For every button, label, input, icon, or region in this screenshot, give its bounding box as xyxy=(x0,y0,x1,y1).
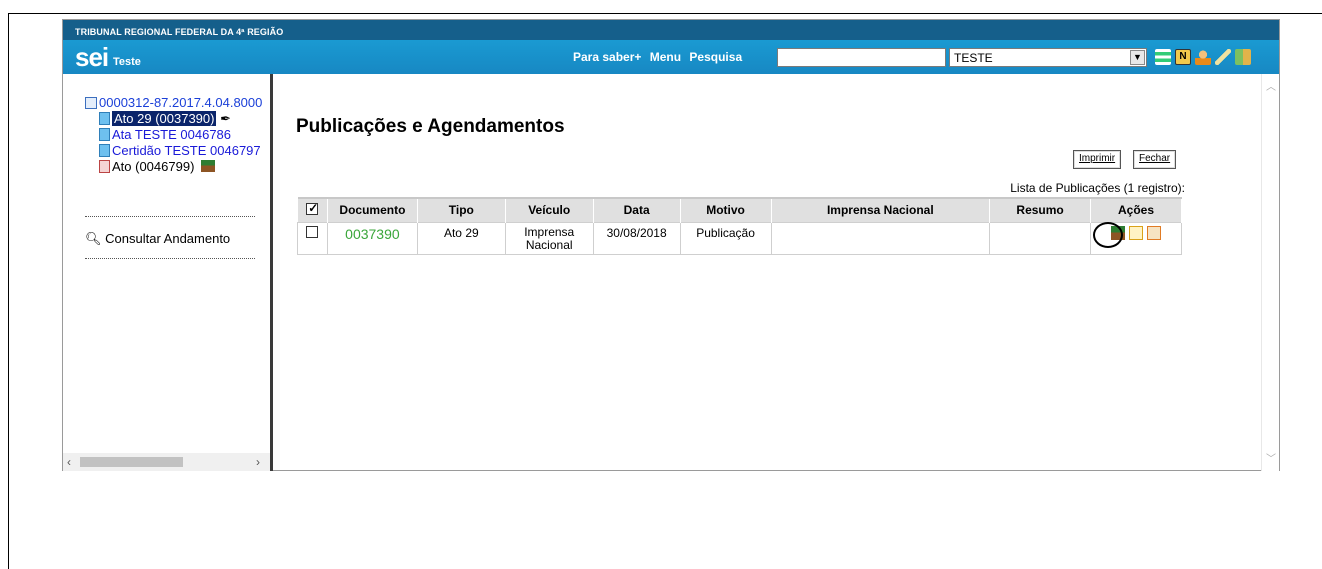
row-select-cell xyxy=(297,221,328,255)
publication-icon xyxy=(201,160,216,172)
col-data: Data xyxy=(593,197,681,222)
link-para-saber[interactable]: Para saber+ xyxy=(573,50,641,64)
unit-select-value: TESTE xyxy=(954,51,993,65)
cell-tipo: Ato 29 xyxy=(416,221,506,255)
header-bar: sei Teste Para saber+ Menu Pesquisa TEST… xyxy=(63,40,1279,74)
select-all-cell xyxy=(297,197,328,222)
consultar-andamento-link[interactable]: 🔍︎ Consultar Andamento xyxy=(85,231,230,247)
document-icon xyxy=(99,144,110,157)
edit-publication-icon[interactable] xyxy=(1129,225,1143,240)
cell-veiculo: Imprensa Nacional xyxy=(504,221,594,255)
col-acoes: Ações xyxy=(1090,197,1182,222)
scroll-thumb[interactable] xyxy=(80,457,183,467)
sei-logo[interactable]: sei xyxy=(75,42,109,73)
scroll-up-icon[interactable]: ︿ xyxy=(1266,78,1276,93)
tree-doc-3[interactable]: Certidão TESTE 0046797 xyxy=(85,143,271,159)
col-resumo: Resumo xyxy=(989,197,1092,222)
row-actions xyxy=(1092,221,1180,248)
tree-doc-1[interactable]: Ato 29 (0037390) ✒ xyxy=(85,111,271,127)
org-banner: TRIBUNAL REGIONAL FEDERAL DA 4ª REGIÃO xyxy=(63,20,1279,40)
document-icon xyxy=(99,112,110,125)
consultar-andamento-label[interactable]: Consultar Andamento xyxy=(105,231,230,246)
col-documento: Documento xyxy=(327,197,418,222)
publications-table: Documento Tipo Veículo Data Motivo Impre… xyxy=(297,197,1182,255)
col-imprensa-nacional: Imprensa Nacional xyxy=(771,197,991,222)
document-link[interactable]: 0037390 xyxy=(345,226,400,242)
doc-label[interactable]: Ato 29 (0037390) xyxy=(112,111,217,126)
doc-label[interactable]: Ato (0046799) xyxy=(112,159,194,174)
close-label: Fechar xyxy=(1139,153,1171,164)
magnifier-icon: 🔍︎ xyxy=(85,231,102,246)
search-input[interactable] xyxy=(777,48,946,67)
print-button[interactable]: Imprimir xyxy=(1073,150,1122,169)
list-caption: Lista de Publicações (1 registro): xyxy=(1010,181,1185,195)
document-icon xyxy=(99,128,110,141)
col-tipo: Tipo xyxy=(417,197,506,222)
unit-select[interactable]: TESTE ▼ xyxy=(949,48,1147,67)
header-icons: N xyxy=(1155,49,1251,65)
process-tree: 0000312-87.2017.4.04.8000 Ato 29 (003739… xyxy=(85,95,271,175)
link-menu[interactable]: Menu xyxy=(650,50,681,64)
close-button[interactable]: Fechar xyxy=(1133,150,1177,169)
user-icon[interactable] xyxy=(1195,49,1211,65)
cell-resumo xyxy=(989,221,1092,255)
divider xyxy=(85,216,255,217)
list-icon[interactable] xyxy=(1155,49,1171,65)
main-content: Publicações e Agendamentos Imprimir Fech… xyxy=(276,74,1279,471)
scroll-right-icon[interactable]: › xyxy=(256,455,260,469)
tree-process[interactable]: 0000312-87.2017.4.04.8000 xyxy=(85,95,271,111)
notes-icon[interactable]: N xyxy=(1175,49,1191,65)
tree-doc-4[interactable]: Ato (0046799) xyxy=(85,159,271,175)
header-links: Para saber+ Menu Pesquisa xyxy=(573,50,747,64)
cell-data: 30/08/2018 xyxy=(592,221,681,255)
page-title: Publicações e Agendamentos xyxy=(296,116,565,137)
table-row: 0037390 Ato 29 Imprensa Nacional 30/08/2… xyxy=(297,221,1182,255)
process-number[interactable]: 0000312-87.2017.4.04.8000 xyxy=(99,95,262,110)
row-checkbox[interactable] xyxy=(306,225,319,238)
link-pesquisa[interactable]: Pesquisa xyxy=(689,50,742,64)
exit-icon[interactable] xyxy=(1235,49,1251,65)
doc-label[interactable]: Certidão TESTE 0046797 xyxy=(112,143,261,158)
table-header-row: Documento Tipo Veículo Data Motivo Impre… xyxy=(297,197,1182,222)
tools-icon[interactable] xyxy=(1215,49,1231,65)
tree-doc-2[interactable]: Ata TESTE 0046786 xyxy=(85,127,271,143)
cell-acoes xyxy=(1090,221,1182,255)
print-label: Imprimir xyxy=(1079,153,1116,164)
divider xyxy=(85,258,255,259)
environment-label: Teste xyxy=(113,56,141,68)
cell-imprensa-nacional xyxy=(770,221,991,255)
cancel-publication-icon[interactable] xyxy=(1147,225,1161,240)
chevron-down-icon[interactable]: ▼ xyxy=(1130,50,1145,65)
signature-pen-icon: ✒ xyxy=(220,111,231,126)
folder-icon xyxy=(85,97,97,109)
app-window: TRIBUNAL REGIONAL FEDERAL DA 4ª REGIÃO s… xyxy=(62,19,1280,471)
scroll-down-icon[interactable]: ﹀ xyxy=(1266,450,1276,465)
cell-motivo: Publicação xyxy=(679,221,772,255)
cell-documento: 0037390 xyxy=(326,221,418,255)
highlight-circle xyxy=(1093,221,1124,248)
horizontal-scrollbar[interactable]: ‹ › xyxy=(63,453,270,471)
vertical-scrollbar[interactable]: ︿ ﹀ xyxy=(1261,74,1279,471)
doc-label[interactable]: Ata TESTE 0046786 xyxy=(112,127,231,142)
select-all-checkbox[interactable] xyxy=(306,201,318,215)
col-motivo: Motivo xyxy=(680,197,772,222)
document-icon xyxy=(99,160,110,173)
col-veiculo: Veículo xyxy=(505,197,594,222)
sidebar: 0000312-87.2017.4.04.8000 Ato 29 (003739… xyxy=(63,74,273,471)
scroll-left-icon[interactable]: ‹ xyxy=(67,455,71,469)
